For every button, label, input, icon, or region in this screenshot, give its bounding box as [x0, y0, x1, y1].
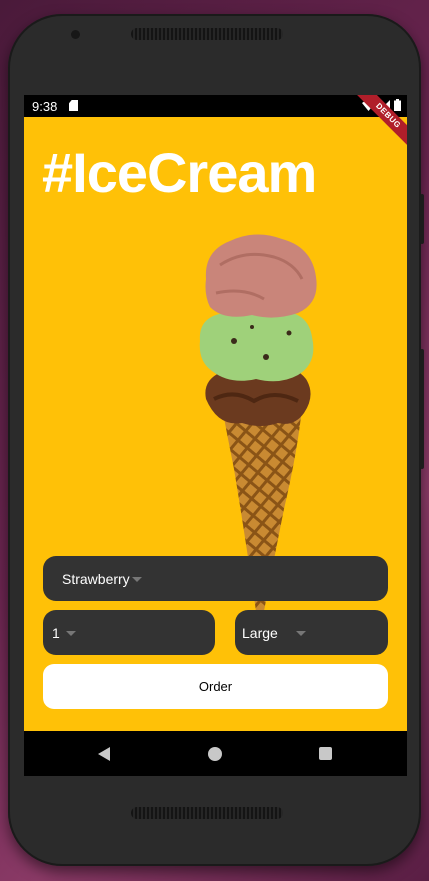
chevron-down-icon	[296, 631, 306, 636]
status-bar: 9:38	[24, 95, 407, 117]
flavor-selected-value: Strawberry	[62, 571, 130, 587]
chevron-down-icon	[66, 631, 76, 636]
quantity-dropdown[interactable]: 1	[43, 610, 215, 655]
sd-card-icon	[69, 100, 78, 111]
order-button[interactable]: Order	[43, 664, 388, 709]
recents-icon[interactable]	[319, 747, 332, 760]
front-camera	[71, 30, 80, 39]
bottom-speaker	[131, 807, 283, 819]
size-dropdown[interactable]: Large	[235, 610, 388, 655]
battery-icon	[394, 99, 401, 111]
home-icon[interactable]	[208, 747, 222, 761]
app-body: #IceCream Strawberry 1 Large Order	[24, 117, 407, 731]
status-time: 9:38	[32, 99, 58, 114]
volume-button	[420, 194, 424, 244]
flavor-dropdown[interactable]: Strawberry	[43, 556, 388, 601]
navigation-bar	[24, 731, 407, 776]
quantity-selected-value: 1	[52, 625, 60, 641]
page-title: #IceCream	[42, 141, 317, 204]
power-button	[420, 349, 424, 469]
chevron-down-icon	[132, 577, 142, 582]
earpiece-speaker	[131, 28, 283, 40]
back-icon[interactable]	[98, 747, 110, 761]
size-selected-value: Large	[242, 625, 278, 641]
screen: 9:38 DEBUG #IceCream Strawberry 1 Large …	[24, 95, 407, 776]
mint-scoop	[199, 307, 314, 382]
